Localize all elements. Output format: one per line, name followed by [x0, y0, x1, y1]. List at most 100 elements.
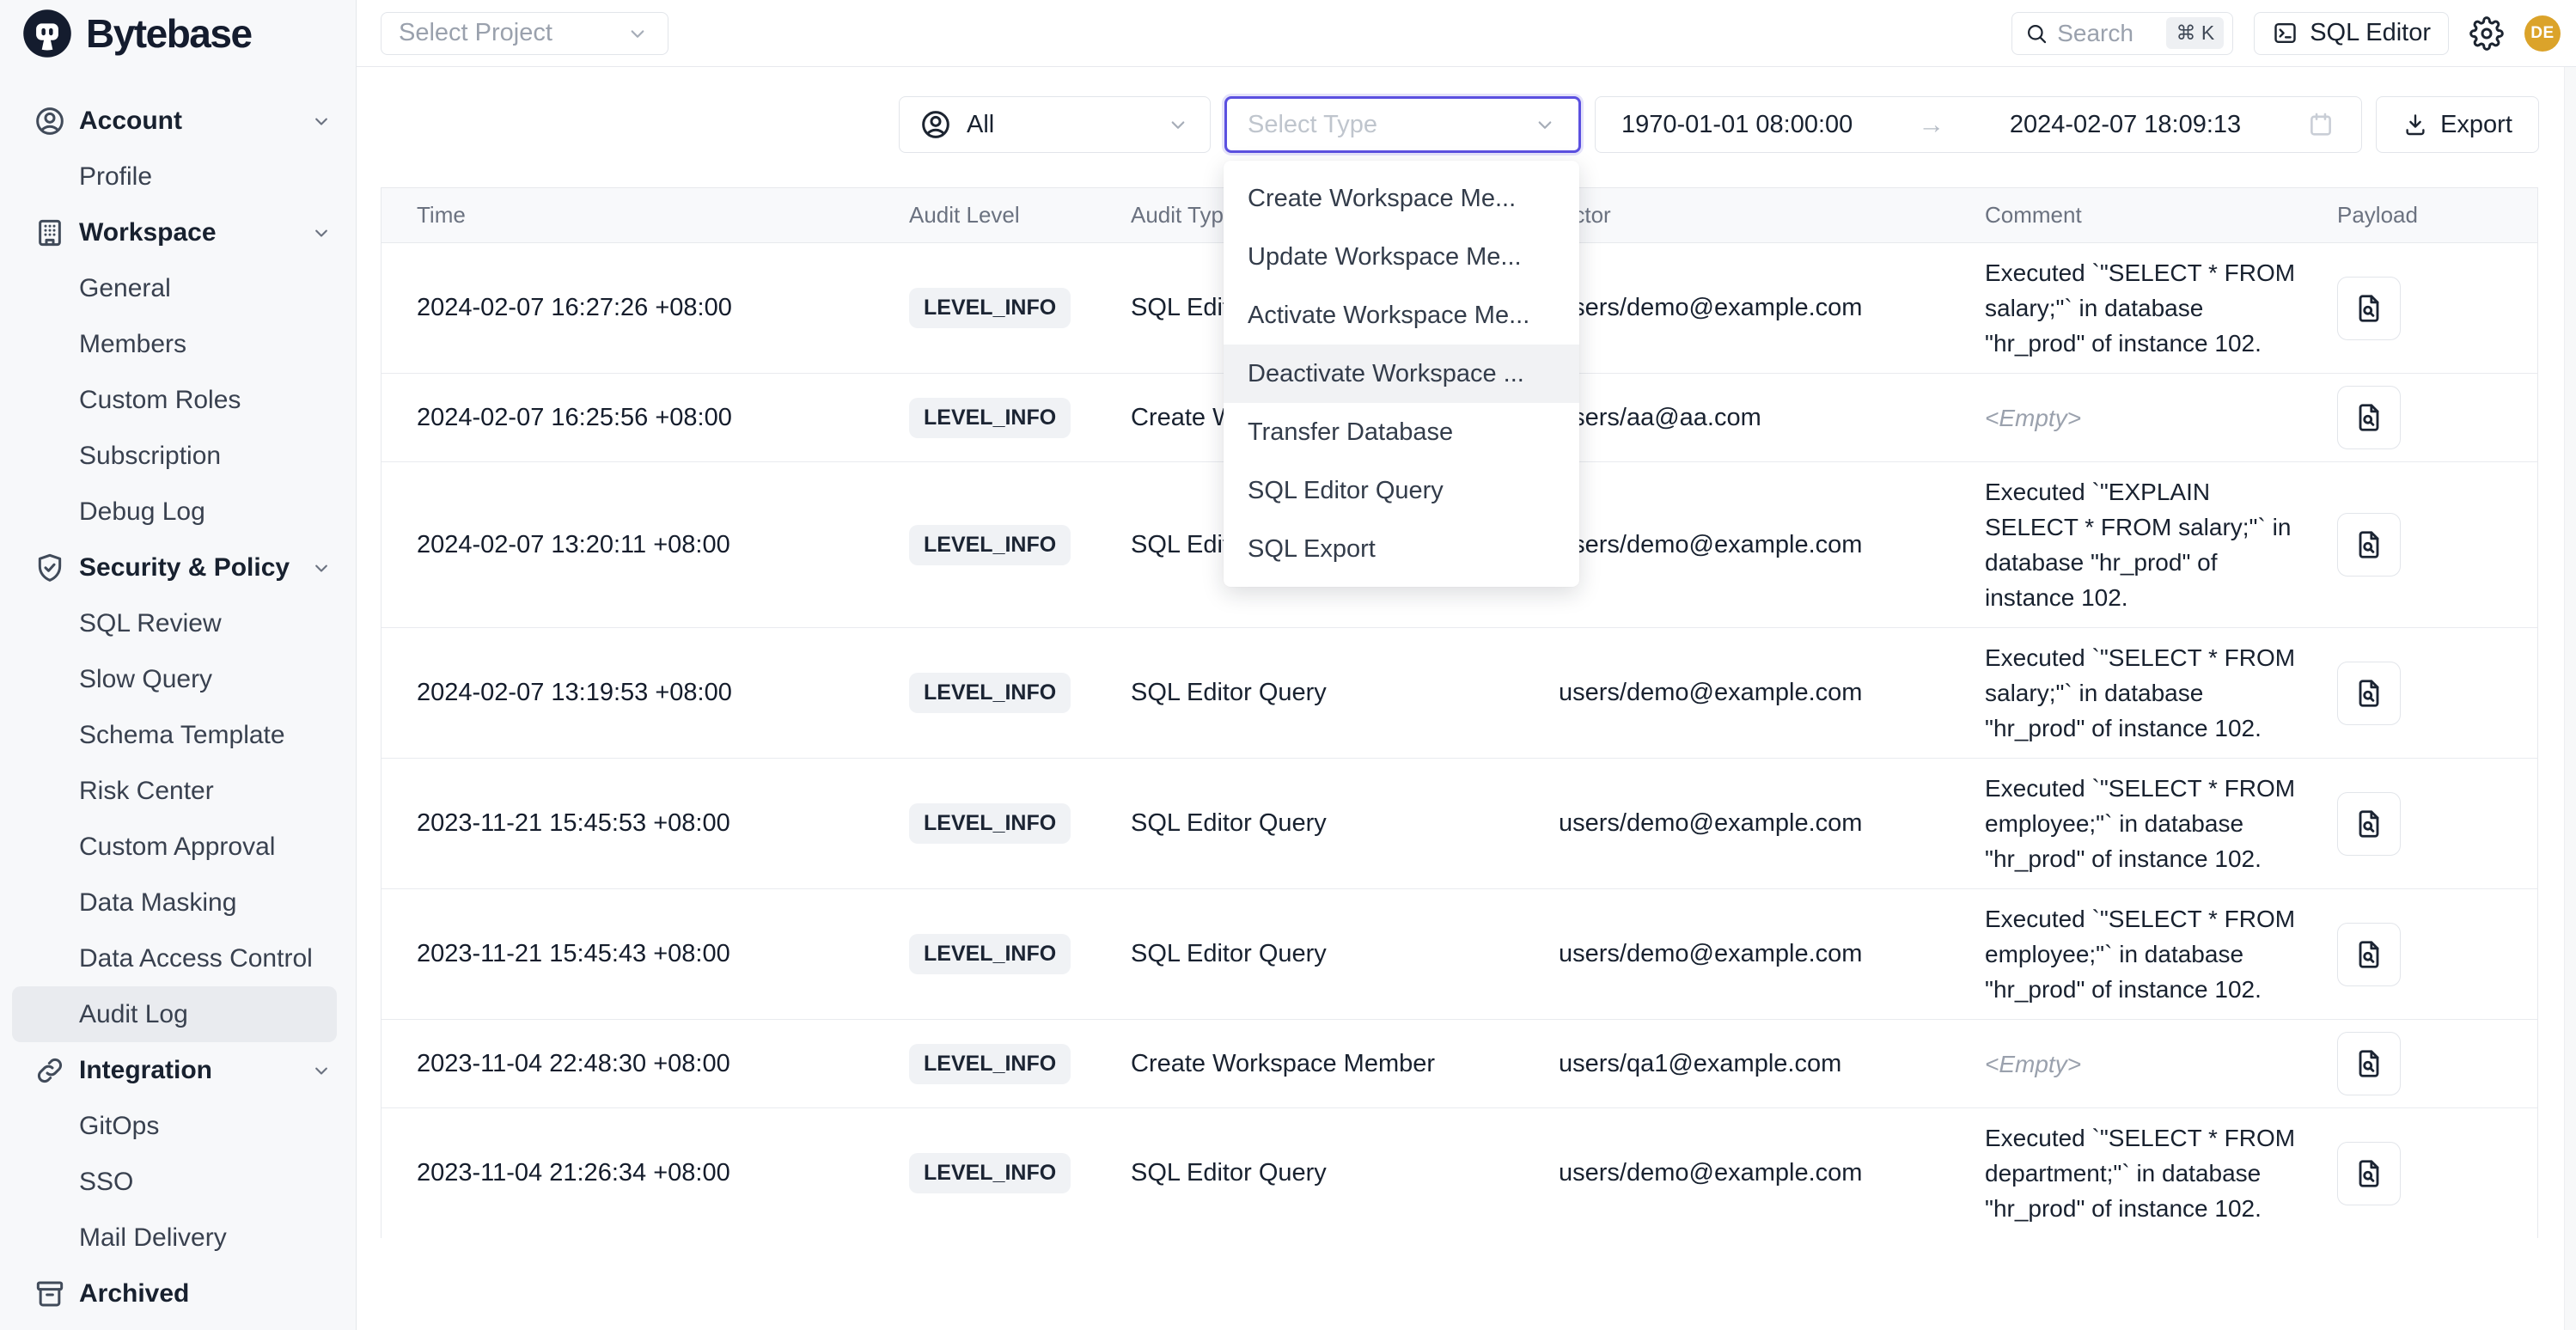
sidebar-section-workspace[interactable]: Workspace [0, 204, 356, 260]
sql-editor-label: SQL Editor [2310, 19, 2431, 47]
brand-logo[interactable]: Bytebase [0, 0, 356, 67]
cell-payload [2337, 386, 2539, 449]
cell-time: 2023-11-04 21:26:34 +08:00 [417, 1159, 909, 1187]
cell-audit-type: SQL Editor Query [1131, 809, 1559, 838]
sidebar-item-profile[interactable]: Profile [0, 149, 356, 204]
archive-icon [33, 1277, 67, 1311]
dropdown-item-activate-workspace-me[interactable]: Activate Workspace Me... [1224, 286, 1579, 345]
payload-view-button[interactable] [2337, 513, 2401, 577]
sidebar-item-custom-approval[interactable]: Custom Approval [0, 819, 356, 875]
search-input[interactable]: Search ⌘ K [2011, 12, 2233, 55]
sidebar-item-subscription[interactable]: Subscription [0, 428, 356, 484]
project-select-placeholder: Select Project [399, 19, 552, 47]
sidebar-item-general[interactable]: General [0, 260, 356, 316]
cell-audit-level: LEVEL_INFO [909, 803, 1131, 844]
sidebar-item-slow-query[interactable]: Slow Query [0, 651, 356, 707]
type-filter-dropdown: Create Workspace Me...Update Workspace M… [1224, 161, 1579, 587]
sidebar-section-account[interactable]: Account [0, 93, 356, 149]
cell-payload [2337, 662, 2539, 725]
sidebar-section-archived[interactable]: Archived [0, 1266, 356, 1321]
sidebar-item-mail-delivery[interactable]: Mail Delivery [0, 1210, 356, 1266]
sidebar-section-label: Workspace [79, 218, 217, 247]
cell-time: 2024-02-07 16:25:56 +08:00 [417, 404, 909, 432]
table-row: 2023-11-21 15:45:53 +08:00LEVEL_INFOSQL … [382, 758, 2537, 888]
sidebar-item-label: Data Access Control [79, 944, 313, 973]
payload-view-button[interactable] [2337, 1142, 2401, 1205]
file-search-icon [2353, 808, 2385, 840]
sidebar-item-label: GitOps [79, 1112, 159, 1141]
table-row: 2024-02-07 13:19:53 +08:00LEVEL_INFOSQL … [382, 627, 2537, 758]
cell-actor: users/aa@aa.com [1559, 404, 1985, 432]
sql-editor-button[interactable]: SQL Editor [2254, 12, 2449, 55]
export-button[interactable]: Export [2376, 96, 2539, 153]
cell-actor: users/demo@example.com [1559, 294, 1985, 322]
dropdown-item-sql-export[interactable]: SQL Export [1224, 520, 1579, 578]
cell-comment: Executed `"SELECT * FROM salary;"` in da… [1985, 255, 2337, 361]
cell-comment: Executed `"SELECT * FROM salary;"` in da… [1985, 640, 2337, 746]
cell-time: 2024-02-07 13:20:11 +08:00 [417, 531, 909, 559]
payload-view-button[interactable] [2337, 923, 2401, 986]
project-select[interactable]: Select Project [381, 12, 668, 55]
sidebar-item-data-access-control[interactable]: Data Access Control [0, 930, 356, 986]
cell-audit-type: SQL Editor Query [1131, 940, 1559, 968]
sidebar-item-audit-log[interactable]: Audit Log [12, 986, 337, 1042]
dropdown-item-update-workspace-me[interactable]: Update Workspace Me... [1224, 228, 1579, 286]
cell-actor: users/demo@example.com [1559, 809, 1985, 838]
sidebar-item-label: Mail Delivery [79, 1223, 227, 1253]
cell-payload [2337, 1142, 2539, 1205]
export-label: Export [2440, 111, 2512, 139]
sidebar-item-schema-template[interactable]: Schema Template [0, 707, 356, 763]
payload-view-button[interactable] [2337, 1032, 2401, 1095]
download-icon [2402, 112, 2428, 137]
dropdown-item-sql-editor-query[interactable]: SQL Editor Query [1224, 461, 1579, 520]
sidebar-item-debug-log[interactable]: Debug Log [0, 484, 356, 540]
payload-view-button[interactable] [2337, 386, 2401, 449]
sidebar-section-label: Account [79, 107, 182, 136]
date-from-value[interactable]: 1970-01-01 08:00:00 [1621, 111, 1853, 139]
sidebar-item-custom-roles[interactable]: Custom Roles [0, 372, 356, 428]
bytebase-logo-icon [21, 7, 74, 60]
file-search-icon [2353, 401, 2385, 434]
calendar-icon [2306, 110, 2335, 139]
cell-audit-level: LEVEL_INFO [909, 673, 1131, 713]
actor-filter-select[interactable]: All [899, 96, 1211, 153]
sidebar-item-label: Profile [79, 162, 152, 192]
sidebar-item-sql-review[interactable]: SQL Review [0, 595, 356, 651]
type-filter-select[interactable]: Select Type [1224, 96, 1581, 153]
payload-view-button[interactable] [2337, 277, 2401, 340]
actor-filter-value: All [967, 111, 994, 139]
scrollbar-track[interactable] [2564, 67, 2576, 1330]
sidebar-item-data-masking[interactable]: Data Masking [0, 875, 356, 930]
chevron-down-icon [625, 21, 650, 46]
dropdown-item-deactivate-workspace[interactable]: Deactivate Workspace ... [1224, 345, 1579, 403]
dropdown-item-create-workspace-me[interactable]: Create Workspace Me... [1224, 169, 1579, 228]
main-column: Select Project Search ⌘ K SQL [357, 0, 2576, 1330]
level-badge: LEVEL_INFO [909, 525, 1071, 565]
sidebar-item-members[interactable]: Members [0, 316, 356, 372]
payload-view-button[interactable] [2337, 662, 2401, 725]
settings-gear-icon[interactable] [2469, 16, 2504, 51]
sidebar-item-sso[interactable]: SSO [0, 1154, 356, 1210]
payload-view-button[interactable] [2337, 792, 2401, 856]
shield-check-icon [33, 551, 67, 585]
cell-comment: <Empty> [1985, 400, 2337, 436]
sidebar-item-label: Risk Center [79, 777, 214, 806]
dropdown-item-transfer-database[interactable]: Transfer Database [1224, 403, 1579, 461]
date-range-picker[interactable]: 1970-01-01 08:00:00 → 2024-02-07 18:09:1… [1595, 96, 2362, 153]
cell-actor: users/demo@example.com [1559, 940, 1985, 968]
cell-comment: Executed `"SELECT * FROM employee;"` in … [1985, 771, 2337, 876]
column-header-comment: Comment [1985, 202, 2337, 229]
file-search-icon [2353, 677, 2385, 710]
avatar[interactable]: DE [2524, 15, 2561, 52]
cell-payload [2337, 792, 2539, 856]
sidebar-item-gitops[interactable]: GitOps [0, 1098, 356, 1154]
cell-comment: Executed `"SELECT * FROM department;"` i… [1985, 1120, 2337, 1226]
sidebar-section-integration[interactable]: Integration [0, 1042, 356, 1098]
date-to-value[interactable]: 2024-02-07 18:09:13 [2010, 111, 2241, 139]
arrow-right-icon: → [1918, 109, 1944, 140]
level-badge: LEVEL_INFO [909, 1044, 1071, 1084]
sidebar-section-security-policy[interactable]: Security & Policy [0, 540, 356, 595]
sidebar-item-risk-center[interactable]: Risk Center [0, 763, 356, 819]
chevron-down-icon [309, 1059, 333, 1083]
level-badge: LEVEL_INFO [909, 398, 1071, 438]
